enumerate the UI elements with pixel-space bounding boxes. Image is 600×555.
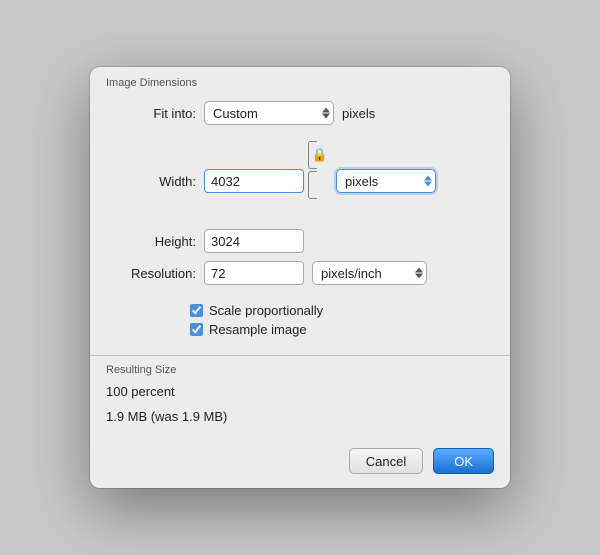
resolution-unit-select[interactable]: pixels/inch pixels/cm [312, 261, 427, 285]
result-size: 1.9 MB (was 1.9 MB) [106, 409, 494, 424]
checkboxes-section: Scale proportionally Resample image [90, 297, 510, 347]
cancel-button[interactable]: Cancel [349, 448, 423, 474]
section-header-image-dimensions: Image Dimensions [90, 67, 510, 95]
ok-button[interactable]: OK [433, 448, 494, 474]
resulting-size-header: Resulting Size [106, 364, 494, 376]
resample-image-checkbox[interactable] [190, 323, 203, 336]
resample-image-label: Resample image [209, 322, 307, 337]
fit-into-label: Fit into: [106, 106, 196, 121]
scale-proportionally-row: Scale proportionally [190, 303, 510, 318]
result-percent: 100 percent [106, 384, 494, 399]
fit-into-select[interactable]: Custom Original Size 640×480 800×600 102… [204, 101, 334, 125]
resolution-input[interactable] [204, 261, 304, 285]
lock-icon: 🔒 [312, 147, 328, 163]
width-input[interactable] [204, 169, 304, 193]
dimensions-section: Width: 🔒 pixels percent in cm [90, 141, 510, 297]
pixels-unit-select[interactable]: pixels percent in cm [336, 169, 436, 193]
image-dimensions-dialog: Image Dimensions Fit into: Custom Origin… [90, 67, 510, 488]
width-row: Width: 🔒 pixels percent in cm [106, 141, 494, 221]
width-label: Width: [106, 174, 196, 189]
scale-proportionally-checkbox[interactable] [190, 304, 203, 317]
scale-proportionally-label: Scale proportionally [209, 303, 323, 318]
resample-image-row: Resample image [190, 322, 510, 337]
fit-into-select-wrapper: Custom Original Size 640×480 800×600 102… [204, 101, 334, 125]
height-label: Height: [106, 234, 196, 249]
resolution-unit-wrapper: pixels/inch pixels/cm [312, 261, 427, 285]
resolution-row: Resolution: pixels/inch pixels/cm [106, 261, 494, 285]
fit-into-row: Fit into: Custom Original Size 640×480 8… [90, 95, 510, 131]
brace-bottom [308, 171, 317, 199]
lock-brace-container: 🔒 [308, 169, 328, 221]
resulting-size-section: Resulting Size 100 percent 1.9 MB (was 1… [90, 356, 510, 424]
button-row: Cancel OK [90, 438, 510, 488]
pixels-select-wrapper: pixels percent in cm [336, 169, 436, 193]
fit-into-unit: pixels [342, 106, 375, 121]
resolution-label: Resolution: [106, 266, 196, 281]
height-row: Height: [106, 229, 494, 253]
height-input[interactable] [204, 229, 304, 253]
